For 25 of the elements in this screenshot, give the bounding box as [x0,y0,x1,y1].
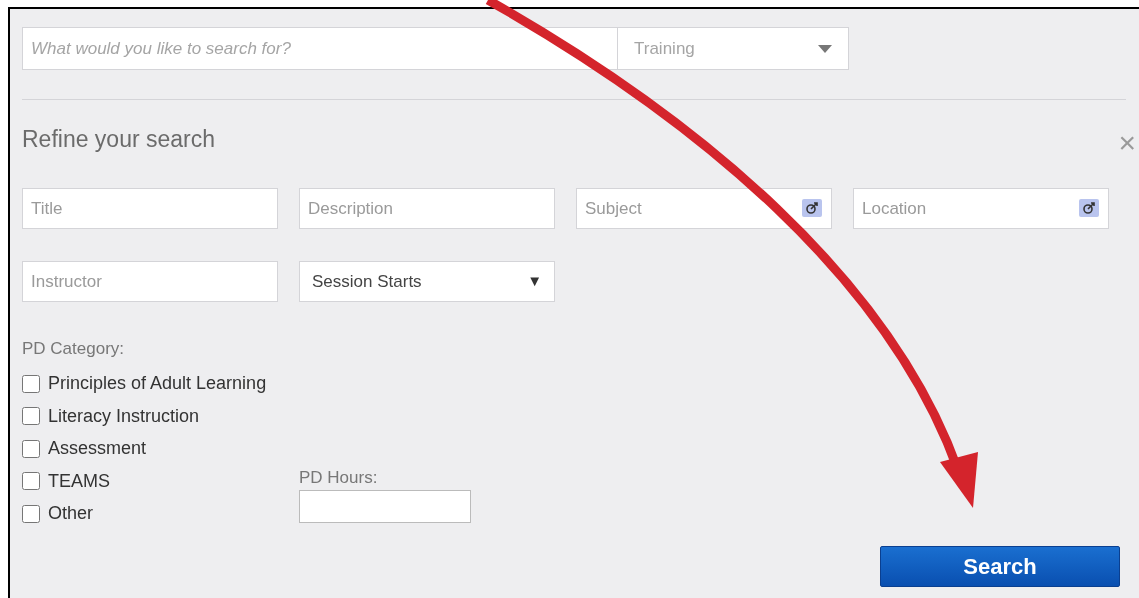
text-field[interactable]: Instructor [22,261,278,302]
section-title: Refine your search [22,124,216,154]
lookup-field[interactable]: Subject [576,188,832,229]
caret-icon [818,44,832,53]
search-button[interactable]: Search [880,546,1120,587]
checkbox[interactable] [22,504,40,523]
checkbox[interactable] [22,374,40,393]
lookup-icon[interactable] [1079,199,1099,217]
select-field[interactable]: Session Starts ▼ [299,261,555,302]
text-field[interactable]: Description [299,188,555,229]
checkbox[interactable] [22,439,40,458]
checkbox[interactable] [22,472,40,491]
field-label: PD Category: [22,338,126,360]
hours-field[interactable] [299,490,471,523]
checkbox-label: TEAMS [48,469,110,493]
checkbox-label: Assessment [48,437,147,461]
checkbox-label: Principles of Adult Learning [48,372,267,396]
text-field[interactable]: Title [22,188,278,229]
checkbox[interactable] [22,407,40,426]
lookup-icon[interactable] [802,199,822,217]
search-field[interactable]: What would you like to search for? [22,27,618,70]
checkbox-label: Other [48,502,94,526]
checkbox-label: Literacy Instruction [48,404,200,428]
lookup-field[interactable]: Location [853,188,1109,229]
field-label: PD Hours: [299,466,379,489]
